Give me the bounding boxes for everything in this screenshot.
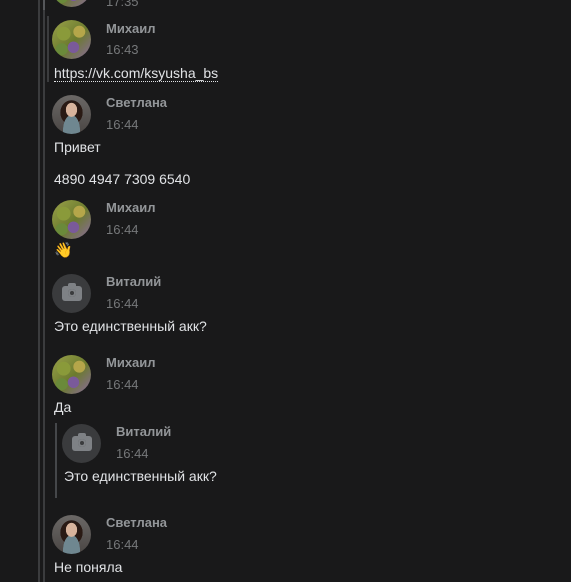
message-text: 4890 4947 7309 6540 (54, 171, 191, 187)
author-name[interactable]: Михаил (106, 355, 156, 370)
message-text: Привет (54, 139, 101, 155)
chat-history: 17:35 Михаил 16:43 https://vk.com/ksyush… (0, 0, 571, 582)
message-time: 17:35 (106, 0, 139, 9)
quoted-time: 16:44 (116, 446, 149, 461)
message-text: Да (54, 399, 72, 415)
author-name[interactable]: Светлана (106, 515, 167, 530)
avatar[interactable] (52, 355, 91, 394)
avatar[interactable] (52, 515, 91, 554)
thread-line-inner (43, 0, 45, 582)
message-time: 16:44 (106, 296, 139, 311)
message-text: https://vk.com/ksyusha_bs (54, 65, 219, 82)
avatar[interactable] (52, 274, 91, 313)
waving-hand-emoji: 👋 (54, 242, 73, 259)
thread-line-outer (38, 0, 40, 582)
message-time: 16:44 (106, 222, 139, 237)
avatar[interactable] (52, 20, 91, 59)
message-text: Не поняла (54, 559, 123, 575)
thread-line-current (43, 0, 45, 10)
camera-icon (61, 283, 82, 301)
author-name[interactable]: Виталий (106, 274, 161, 289)
message-accent-line (47, 16, 49, 82)
message-time: 16:43 (106, 42, 139, 57)
avatar[interactable] (52, 95, 91, 134)
author-name[interactable]: Михаил (106, 21, 156, 36)
quoted-author-name[interactable]: Виталий (116, 424, 171, 439)
message-time: 16:44 (106, 377, 139, 392)
author-name[interactable]: Михаил (106, 200, 156, 215)
message-time: 16:44 (106, 117, 139, 132)
message-link[interactable]: https://vk.com/ksyusha_bs (54, 65, 219, 82)
quoted-avatar[interactable] (62, 424, 101, 463)
message-text: Это единственный акк? (54, 318, 207, 334)
avatar[interactable] (52, 0, 91, 7)
quoted-text: Это единственный акк? (64, 468, 217, 484)
message-time: 16:44 (106, 537, 139, 552)
quote-accent-line (55, 423, 57, 498)
camera-icon (71, 433, 92, 451)
avatar[interactable] (52, 200, 91, 239)
author-name[interactable]: Светлана (106, 95, 167, 110)
